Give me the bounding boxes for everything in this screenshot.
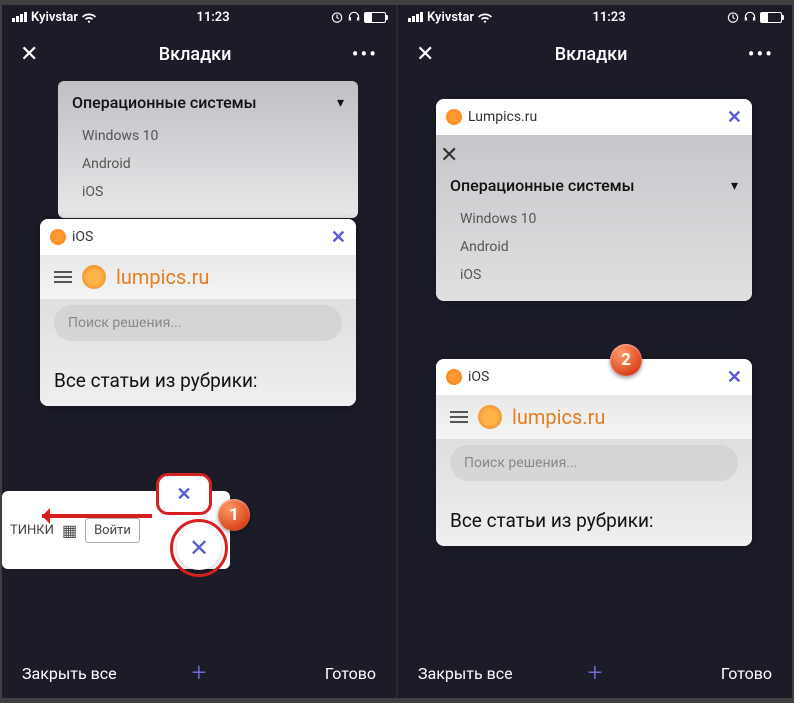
headphones-icon [347, 10, 361, 24]
search-input[interactable]: Поиск решения... [54, 305, 342, 341]
menu-panel-card[interactable]: Операционные системы ▾ Windows 10 Androi… [58, 81, 358, 218]
menu-item[interactable]: Windows 10 [450, 205, 738, 233]
logo-icon [82, 265, 106, 289]
article-heading: Все статьи из рубрики: [436, 495, 752, 546]
site-header: lumpics.ru [436, 395, 752, 439]
chevron-down-icon[interactable]: ▾ [731, 178, 738, 194]
tabs-header: ✕ Вкладки ••• [2, 29, 396, 79]
tab-title: iOS [468, 369, 489, 385]
header-title: Вкладки [555, 44, 628, 65]
tab-close-button[interactable]: ✕ [331, 227, 346, 248]
done-button[interactable]: Готово [206, 664, 376, 683]
time-label: 11:23 [592, 10, 625, 25]
tab-title: iOS [72, 229, 93, 245]
menu-heading[interactable]: Операционные системы ▾ [72, 93, 344, 112]
close-icon[interactable]: ✕ [436, 135, 752, 176]
headphones-icon [743, 10, 757, 24]
tab-close-button[interactable]: ✕ [727, 107, 742, 128]
callout-badge-2: 2 [610, 344, 642, 376]
battery-icon [364, 12, 386, 23]
alarm-icon [330, 10, 344, 24]
fragment-text: ТИНКИ [10, 523, 54, 538]
menu-item[interactable]: iOS [72, 178, 344, 206]
logo-text[interactable]: lumpics.ru [116, 265, 209, 289]
wifi-icon [478, 10, 492, 24]
header-close-button[interactable]: ✕ [20, 42, 38, 67]
menu-item[interactable]: iOS [450, 261, 738, 289]
carrier-label: Kyivstar [31, 10, 78, 25]
hamburger-icon[interactable] [450, 411, 468, 423]
login-button[interactable]: Войти [85, 518, 140, 543]
tab-title: Lumpics.ru [468, 109, 537, 125]
header-close-button[interactable]: ✕ [416, 42, 434, 67]
close-icon[interactable]: ✕ [176, 484, 191, 505]
header-more-button[interactable]: ••• [748, 42, 774, 66]
header-title: Вкладки [159, 44, 232, 65]
close-icon: ✕ [189, 534, 209, 562]
article-heading: Все статьи из рубрики: [40, 355, 356, 406]
tabs-area: Операционные системы ▾ Windows 10 Androi… [2, 79, 396, 647]
battery-icon [760, 12, 782, 23]
tab-header: Lumpics.ru ✕ [436, 99, 752, 135]
tab-card-lumpics[interactable]: Lumpics.ru ✕ ✕ Операционные системы ▾ Wi… [436, 99, 752, 301]
tabs-area: Lumpics.ru ✕ ✕ Операционные системы ▾ Wi… [398, 79, 792, 647]
wifi-icon [82, 10, 96, 24]
alarm-icon [726, 10, 740, 24]
header-more-button[interactable]: ••• [352, 42, 378, 66]
new-tab-button[interactable]: + [192, 658, 207, 688]
site-header: lumpics.ru [40, 255, 356, 299]
favicon-icon [446, 369, 462, 385]
status-bar: Kyivstar 11:23 [398, 5, 792, 29]
logo-text[interactable]: lumpics.ru [512, 405, 605, 429]
close-all-button[interactable]: Закрыть все [418, 664, 588, 683]
phone-right: Kyivstar 11:23 ✕ Вкладки ••• Lumpics.r [398, 5, 792, 698]
status-bar: Kyivstar 11:23 [2, 5, 396, 29]
tab-header: iOS ✕ [40, 219, 356, 255]
hamburger-icon[interactable] [54, 271, 72, 283]
signal-icon [12, 12, 27, 22]
menu-item[interactable]: Android [450, 233, 738, 261]
tab-card-ios[interactable]: iOS ✕ lumpics.ru Поиск решения... Все ст… [436, 359, 752, 546]
footer-bar: Закрыть все + Готово [2, 648, 396, 698]
new-tab-button[interactable]: + [588, 658, 603, 688]
close-all-button[interactable]: Закрыть все [22, 664, 192, 683]
footer-bar: Закрыть все + Готово [398, 648, 792, 698]
search-input[interactable]: Поиск решения... [450, 445, 738, 481]
done-button[interactable]: Готово [602, 664, 772, 683]
callout-circle-x: ✕ [170, 519, 228, 577]
tabs-header: ✕ Вкладки ••• [398, 29, 792, 79]
menu-item[interactable]: Android [72, 150, 344, 178]
carrier-label: Kyivstar [427, 10, 474, 25]
phone-left: Kyivstar 11:23 ✕ Вкладки ••• Операционны… [2, 5, 396, 698]
tab-close-button[interactable]: ✕ [727, 367, 742, 388]
menu-item[interactable]: Windows 10 [72, 122, 344, 150]
tab-header: iOS ✕ [436, 359, 752, 395]
signal-icon [408, 12, 423, 22]
time-label: 11:23 [196, 10, 229, 25]
callout-badge-1: 1 [218, 499, 250, 531]
favicon-icon [50, 229, 66, 245]
close-tabs-button[interactable]: ✕ [177, 526, 221, 570]
logo-icon [478, 405, 502, 429]
chevron-down-icon[interactable]: ▾ [337, 95, 344, 111]
tab-card-ios[interactable]: iOS ✕ lumpics.ru Поиск решения... Все ст… [40, 219, 356, 406]
callout-box-small-x: ✕ [156, 473, 212, 515]
favicon-icon [446, 109, 462, 125]
menu-heading[interactable]: Операционные системы ▾ [450, 176, 738, 195]
swipe-arrow [42, 514, 152, 518]
